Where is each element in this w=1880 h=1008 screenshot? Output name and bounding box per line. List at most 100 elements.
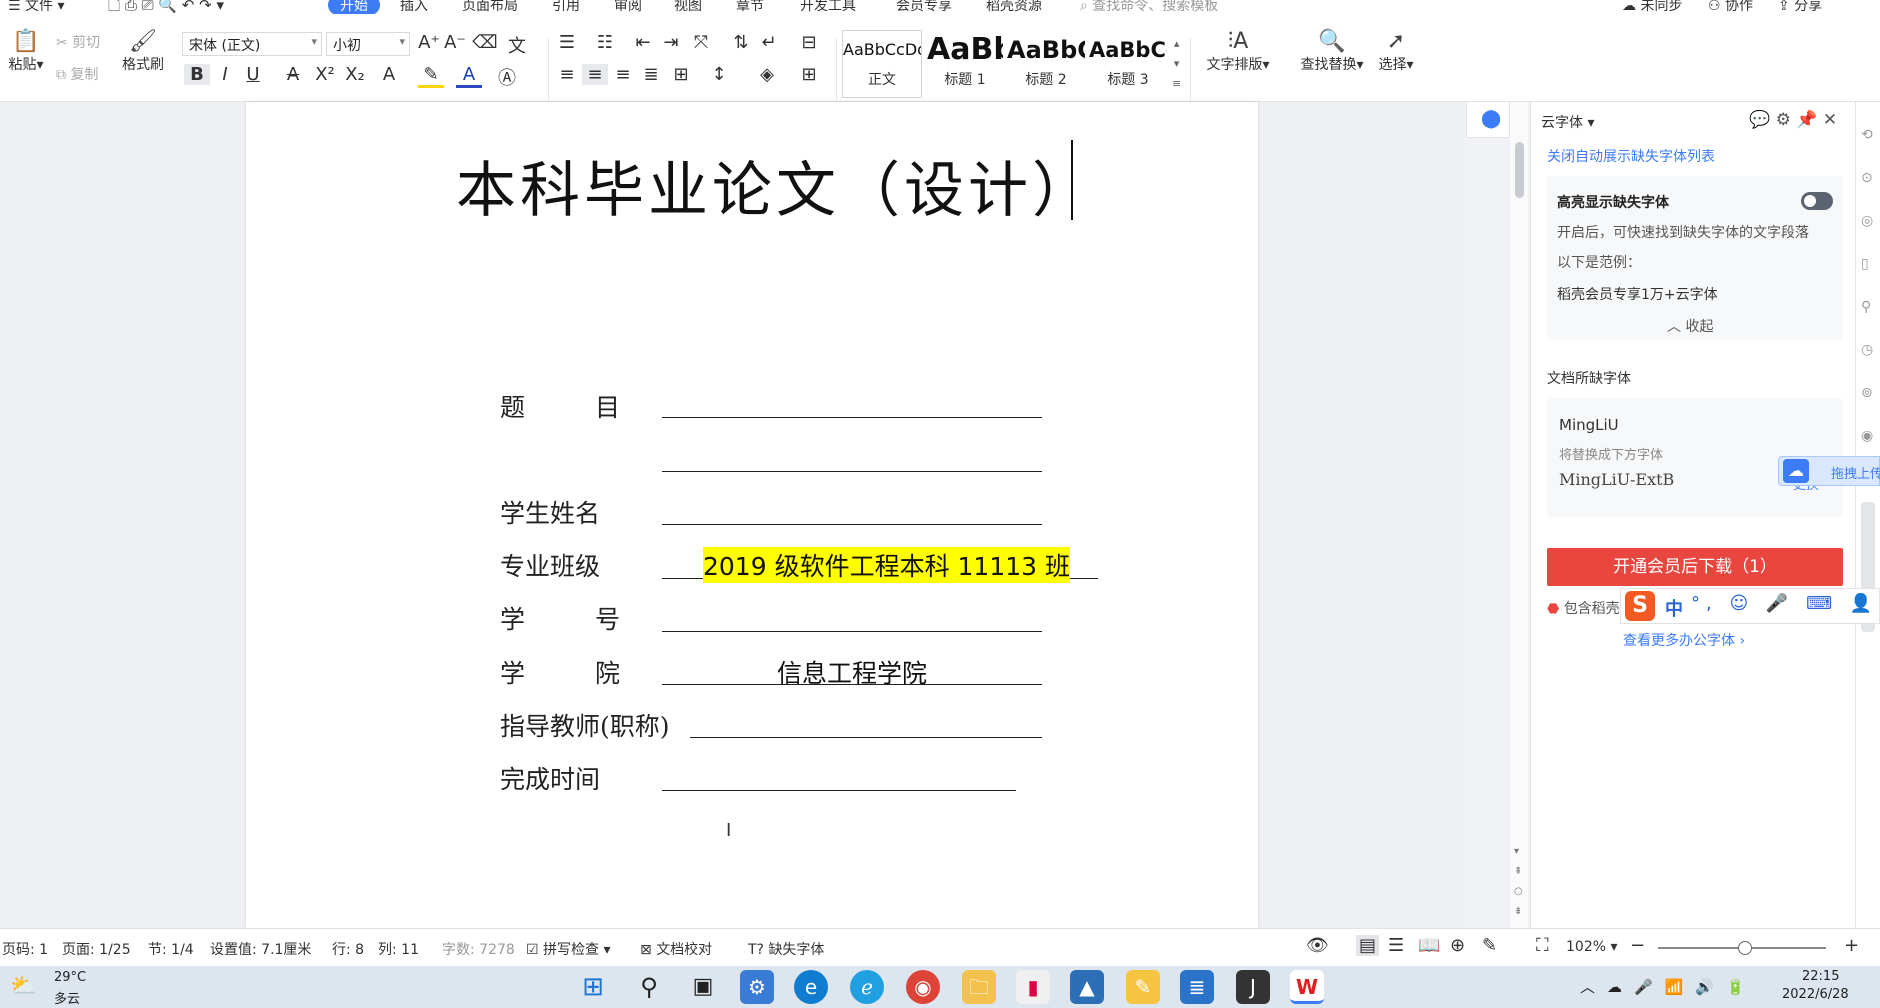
chat-icon[interactable]: 💬 [1749,110,1770,130]
close-auto-display-link[interactable]: 关闭自动展示缺失字体列表 [1547,146,1715,166]
tab-review[interactable]: 审阅 [614,0,642,14]
outline-view-icon[interactable]: ☰ [1388,935,1404,956]
tab-developer[interactable]: 开发工具 [800,0,856,14]
numbered-list-icon[interactable]: ☷ [592,32,618,53]
pinyin-icon[interactable]: 文 [504,32,530,58]
distribute-button[interactable]: ⊞ [668,64,694,85]
ie-browser-icon[interactable]: ℯ [850,970,884,1004]
show-marks-icon[interactable]: ↵ [756,32,782,53]
decrease-indent-icon[interactable]: ⇤ [630,32,656,53]
presentation-app-icon[interactable]: ▮ [1016,970,1050,1004]
weather-description[interactable]: 多云 [54,988,80,1007]
task-view-icon[interactable]: ▣ [686,970,720,1004]
pen-icon[interactable]: ✎ [1482,935,1497,956]
system-tray-icons[interactable]: ︿☁🎤📶🔊🔋 [1580,976,1757,997]
ide-app-icon[interactable]: J [1236,970,1270,1004]
eye-protect-icon[interactable]: 👁 [1306,935,1329,956]
status-page-code[interactable]: 页码: 1 [2,939,48,959]
tab-stops-icon[interactable]: ⊟ [796,32,822,53]
grow-font-icon[interactable]: A⁺ [416,32,442,53]
align-right-button[interactable]: ≡ [610,64,636,85]
scroll-nav-icons[interactable]: ▾ ⇞ ○ ⇟ [1514,842,1523,922]
collaborate-button[interactable]: ⚇ 协作 [1708,0,1753,14]
gear-icon[interactable]: ⚙ [1776,110,1791,130]
clock-date[interactable]: 2022/6/28 [1782,987,1849,1002]
location-tab[interactable]: ⬤ [1466,102,1510,138]
text-layout-button[interactable]: ⫶A 文字排版▾ [1200,30,1276,74]
find-replace-button[interactable]: 🔍 查找替换▾ [1294,30,1370,74]
zoom-select[interactable]: 102% ▾ [1566,939,1618,955]
web-view-icon[interactable]: ⊕ [1450,935,1465,956]
tab-insert[interactable]: 插入 [400,0,428,14]
tab-home[interactable]: 开始 [328,0,380,14]
control-panel-icon[interactable]: ⚙ [740,970,774,1004]
edge-browser-icon[interactable]: e [794,970,828,1004]
wps-app-icon[interactable]: W [1290,970,1324,1004]
page-view-icon[interactable]: ▤ [1356,935,1380,956]
highlight-toggle[interactable] [1801,192,1833,210]
tab-page-layout[interactable]: 页面布局 [462,0,518,14]
status-page[interactable]: 页面: 1/25 [62,939,131,959]
pencil-app-icon[interactable]: ✎ [1126,970,1160,1004]
status-row[interactable]: 行: 8 [332,939,364,959]
pin-icon[interactable]: 📌 [1796,110,1817,130]
copy-button[interactable]: ⧉ 复制 [56,64,98,84]
sort-icon[interactable]: ⇅ [728,32,754,53]
field-line-topic[interactable] [662,417,1042,418]
bullet-list-icon[interactable]: ☰ [554,32,580,53]
status-setting[interactable]: 设置值: 7.1厘米 [210,939,311,959]
select-button[interactable]: ➚ 选择▾ [1374,30,1418,74]
quick-access-icons[interactable]: 🗋 ⎙ ⎚ 🔍 ↶ ↷ ▾ [108,0,224,14]
status-col[interactable]: 列: 11 [378,939,419,959]
taskbar-search-icon[interactable]: ⚲ [632,970,666,1004]
style-heading-2[interactable]: AaBbC 标题 2 [1006,30,1086,98]
strikethrough-button[interactable]: A [280,64,306,85]
ime-tool-icons[interactable]: °, ☺ 🎤 ⌨ 👤 👕 ▦ [1691,593,1880,614]
justify-button[interactable]: ≣ [638,64,664,85]
field-line-student-name[interactable] [662,524,1042,525]
zoom-slider-thumb[interactable] [1738,941,1752,955]
style-normal[interactable]: AaBbCcDd 正文 [842,30,922,98]
field-line-advisor[interactable] [690,737,1042,738]
ime-lang-toggle[interactable]: 中 [1665,595,1683,621]
photos-app-icon[interactable]: ▲ [1070,970,1104,1004]
status-word-count[interactable]: 字数: 7278 [442,939,515,959]
style-heading-1[interactable]: AaBb 标题 1 [926,30,1004,98]
increase-indent-icon[interactable]: ⇥ [658,32,684,53]
italic-button[interactable]: I [212,64,238,85]
vertical-scrollbar[interactable]: ▾ ⇞ ○ ⇟ [1510,102,1528,928]
tab-chapter[interactable]: 章节 [736,0,764,14]
field-value-college[interactable]: 信息工程学院 [662,654,1042,690]
zoom-in-icon[interactable]: + [1844,935,1859,956]
style-heading-3[interactable]: AaBbCc 标题 3 [1088,30,1168,98]
align-center-button[interactable]: ≡ [582,64,608,85]
download-button[interactable]: 开通会员后下载（1） [1547,548,1843,586]
chrome-browser-icon[interactable]: ◉ [906,970,940,1004]
status-section[interactable]: 节: 1/4 [148,939,194,959]
document-page[interactable]: 本科毕业论文（设计） 题 目 学生姓名 专业班级 2019 级软件工程本科 11… [246,102,1258,928]
font-size-select[interactable]: 小初 [326,32,410,56]
tab-docer[interactable]: 稻壳资源 [986,0,1042,14]
shading-icon[interactable]: ◈ [754,64,780,85]
paste-button[interactable]: 📋 粘贴▾ [6,30,46,74]
sync-status[interactable]: ☁ 未同步 [1622,0,1682,14]
font-name-select[interactable]: 宋体 (正文) [182,32,322,56]
more-fonts-link[interactable]: 查看更多办公字体 › [1623,630,1745,650]
weather-icon[interactable]: ⛅ [10,974,37,999]
underline-button[interactable]: U [240,64,266,85]
shrink-font-icon[interactable]: A⁻ [442,32,468,53]
weather-temperature[interactable]: 29°C [54,970,86,985]
menu-file[interactable]: ☰ 文件 ▾ [8,0,65,14]
zoom-out-icon[interactable]: − [1630,935,1645,956]
line-spacing-icon[interactable]: ↕ [706,64,732,85]
command-search[interactable]: ⌕ 查找命令、搜索模板 [1080,0,1218,14]
cloud-upload-float[interactable]: ☁ 拖拽上传 [1778,456,1880,486]
share-button[interactable]: ⇪ 分享 [1778,0,1822,14]
reading-view-icon[interactable]: 📖 [1418,935,1440,956]
collapse-button[interactable]: ︿ 收起 [1667,316,1713,336]
field-line-student-id[interactable] [662,631,1042,632]
spell-check-button[interactable]: ☑ 拼写检查 ▾ [526,939,611,959]
document-title[interactable]: 本科毕业论文（设计） [456,142,1096,229]
tab-view[interactable]: 视图 [674,0,702,14]
panel-title[interactable]: 云字体 ▾ [1541,112,1594,132]
